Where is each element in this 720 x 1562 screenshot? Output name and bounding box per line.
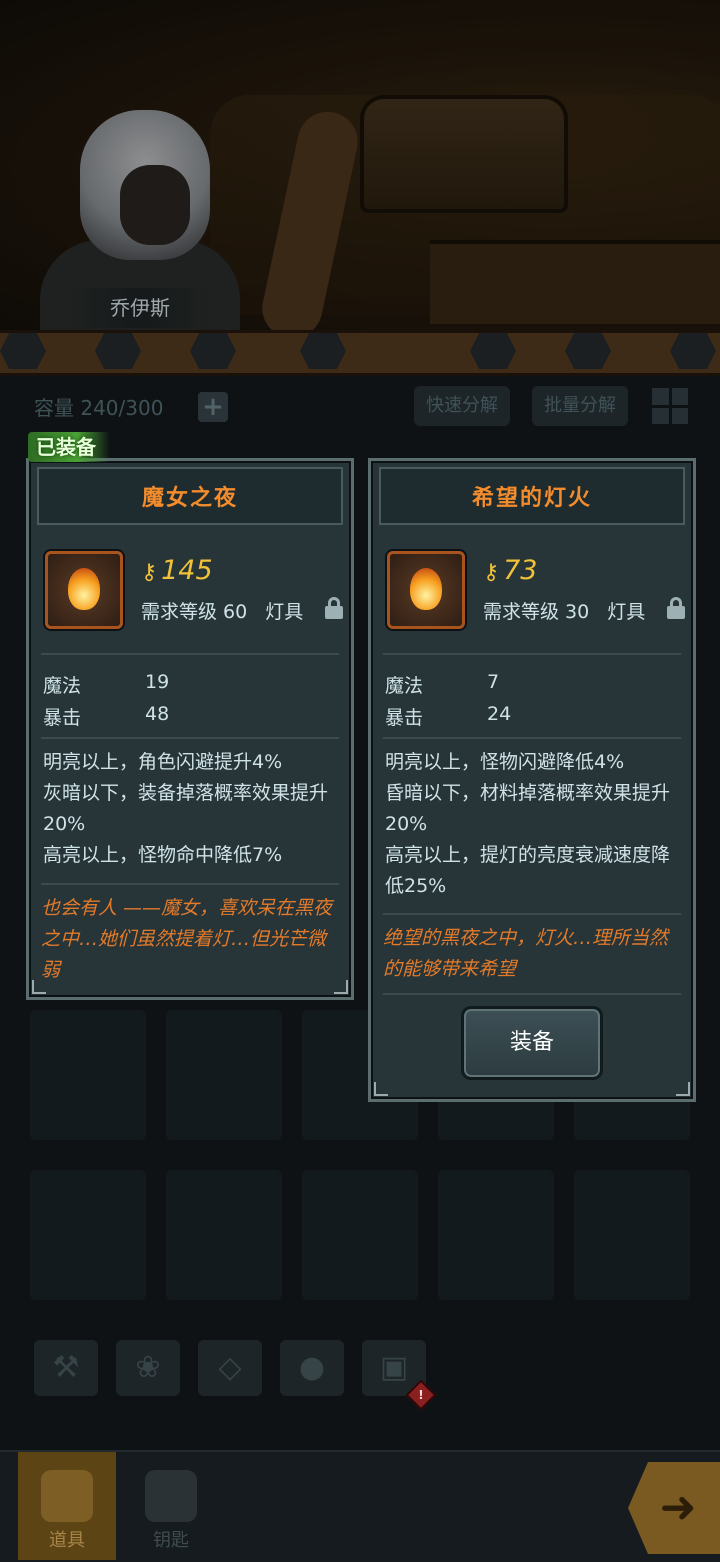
tab-label: 道具 (49, 1530, 85, 1551)
item-title: 魔女之夜 (141, 486, 238, 511)
item-lore: 也会有人 ——魔女，喜欢呆在黑夜之中…她们虽然提着灯…但光芒微弱 (41, 897, 333, 981)
item-title: 希望的灯火 (471, 486, 592, 511)
divider (383, 737, 681, 739)
inventory-slot[interactable] (166, 1010, 282, 1140)
beam-peg (565, 333, 611, 369)
beam-peg (670, 333, 716, 369)
stat-row: 暴击 24 (385, 703, 512, 729)
card-corner (334, 980, 348, 994)
inventory-slot[interactable] (30, 1170, 146, 1300)
divider (41, 737, 339, 739)
tab-keys[interactable]: 钥匙 (122, 1452, 220, 1560)
item-requirement: 需求等级 30 灯具 (483, 601, 646, 623)
batch-dismantle-button[interactable]: 批量分解 (532, 386, 628, 426)
paw-icon[interactable]: ❀ (116, 1340, 180, 1396)
arrow-right-icon: ➜ (659, 1482, 697, 1533)
expand-capacity-button[interactable]: + (198, 392, 228, 422)
tab-items[interactable]: 道具 (18, 1452, 116, 1560)
inventory-slot[interactable] (302, 1170, 418, 1300)
card-corner (374, 1082, 388, 1096)
lantern-icon (387, 551, 465, 629)
category-filter-bar: ⚒ ❀ ◇ ● ▣ (34, 1340, 426, 1396)
equip-button[interactable]: 装备 (461, 1006, 603, 1080)
compared-item-card: 希望的灯火 ⚷ 73 需求等级 30 灯具 魔法 7 暴击 24 明亮以上，怪物闪避降低… (368, 458, 696, 1102)
divider (383, 653, 681, 655)
card-title-bar: 希望的灯火 (379, 467, 685, 525)
plus-icon: + (202, 392, 224, 422)
key-icon (145, 1470, 197, 1522)
inventory-slot[interactable] (166, 1170, 282, 1300)
backpack-icon (41, 1470, 93, 1522)
inventory-slot[interactable] (30, 1010, 146, 1140)
tab-label: 钥匙 (153, 1530, 189, 1551)
stat-row: 魔法 19 (43, 671, 170, 697)
hero-name-label: 乔伊斯 (70, 288, 210, 328)
beam-peg (95, 333, 141, 369)
effect-line: 明亮以上，角色闪避提升4% (43, 751, 283, 773)
effect-line: 高亮以上，怪物命中降低7% (43, 844, 283, 866)
divider (41, 653, 339, 655)
beam-peg (470, 333, 516, 369)
quick-dismantle-button[interactable]: 快速分解 (414, 386, 510, 426)
divider (383, 913, 681, 915)
effect-line: 高亮以上，提灯的亮度衰减速度降低25% (385, 844, 671, 897)
beam-peg (0, 333, 46, 369)
item-effects: 明亮以上，角色闪避提升4% 灰暗以下，装备掉落概率效果提升20% 高亮以上，怪物… (43, 747, 339, 871)
equipped-tag: 已装备 (28, 432, 110, 462)
grid-icon[interactable] (652, 388, 688, 424)
inventory-slot[interactable] (438, 1170, 554, 1300)
divider (41, 883, 339, 885)
gem-icon[interactable]: ◇ (198, 1340, 262, 1396)
stat-row: 魔法 7 (385, 671, 500, 697)
card-corner (676, 1082, 690, 1096)
lantern-icon (45, 551, 123, 629)
weapon-icon[interactable]: ⚒ (34, 1340, 98, 1396)
item-effects: 明亮以上，怪物闪避降低4% 昏暗以下，材料掉落概率效果提升20% 高亮以上，提灯… (385, 747, 681, 902)
card-corner (32, 980, 46, 994)
lock-icon[interactable] (325, 597, 343, 619)
beam-peg (190, 333, 236, 369)
inventory-capacity: 容量 240/300 (34, 396, 164, 420)
effect-line: 灰暗以下，装备掉落概率效果提升20% (43, 782, 329, 835)
card-title-bar: 魔女之夜 (37, 467, 343, 525)
inventory-slot[interactable] (574, 1170, 690, 1300)
stat-row: 暴击 48 (43, 703, 170, 729)
item-power: ⚷ 73 (483, 555, 538, 586)
equipped-item-card: 魔女之夜 ⚷ 145 需求等级 60 灯具 魔法 19 暴击 48 明亮以上，角色闪避提… (26, 458, 354, 1000)
effect-line: 昏暗以下，材料掉落概率效果提升20% (385, 782, 671, 835)
effect-line: 明亮以上，怪物闪避降低4% (385, 751, 625, 773)
key-icon: ⚷ (141, 560, 158, 585)
ore-icon[interactable]: ● (280, 1340, 344, 1396)
item-power: ⚷ 145 (141, 555, 213, 586)
lock-icon[interactable] (667, 597, 685, 619)
beam-peg (300, 333, 346, 369)
item-lore: 绝望的黑夜之中，灯火…理所当然的能够带来希望 (383, 927, 669, 980)
item-requirement: 需求等级 60 灯具 (141, 601, 304, 623)
divider (383, 993, 681, 995)
key-icon: ⚷ (483, 560, 500, 585)
